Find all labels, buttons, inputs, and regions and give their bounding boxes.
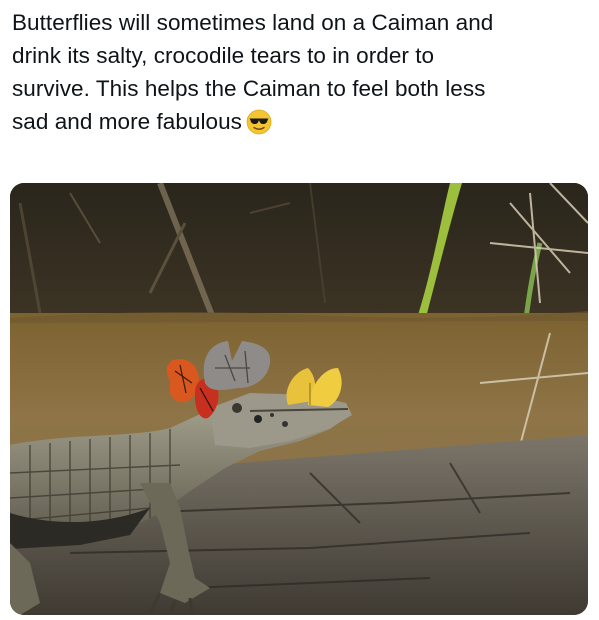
caption-line-3: survive. This helps the Caiman to feel b… — [12, 76, 486, 101]
caption-line-4: sad and more fabulous — [12, 105, 587, 138]
post-photo — [10, 183, 588, 615]
post-caption: Butterflies will sometimes land on a Cai… — [12, 6, 587, 138]
caption-line-1: Butterflies will sometimes land on a Cai… — [12, 10, 494, 35]
caption-line-4-text: sad and more fabulous — [12, 109, 242, 134]
caption-line-2: drink its salty, crocodile tears to in o… — [12, 43, 435, 68]
caiman-photo-illustration — [10, 183, 588, 615]
post: Butterflies will sometimes land on a Cai… — [0, 0, 599, 620]
sunglasses-face-emoji-icon — [246, 109, 272, 135]
